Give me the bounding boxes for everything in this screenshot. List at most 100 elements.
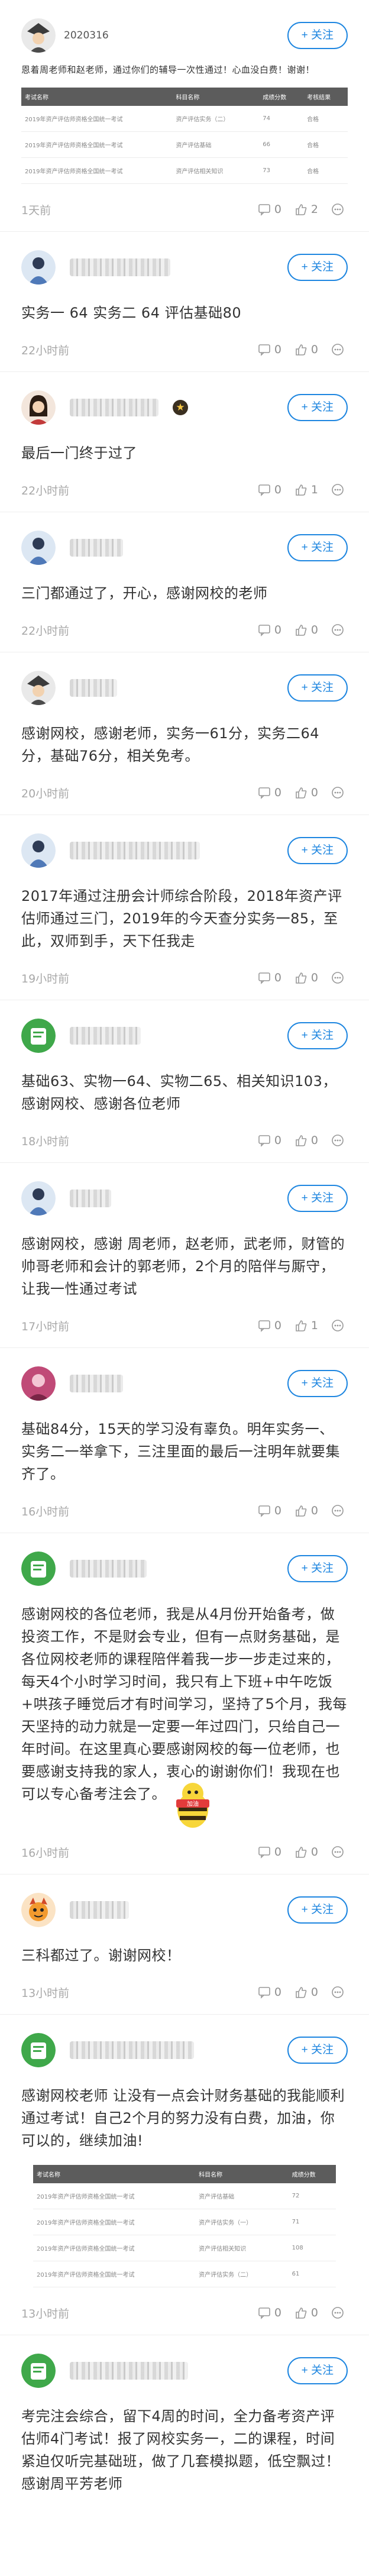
thumbs-up-icon [296, 484, 307, 496]
comment-button[interactable]: 0 [258, 2306, 281, 2319]
avatar[interactable] [21, 1366, 56, 1401]
more-button[interactable] [331, 1986, 348, 1999]
more-icon [332, 1135, 344, 1146]
username-obscured[interactable] [70, 2362, 188, 2380]
like-count: 0 [310, 623, 318, 636]
username-obscured[interactable] [70, 2041, 194, 2059]
more-icon [332, 624, 344, 636]
comment-button[interactable]: 0 [258, 1134, 281, 1147]
comment-button[interactable]: 0 [258, 971, 281, 984]
comment-button[interactable]: 0 [258, 623, 281, 636]
username-obscured[interactable] [70, 1375, 123, 1392]
like-button[interactable]: 1 [294, 483, 318, 496]
like-button[interactable]: 0 [294, 1986, 318, 1999]
avatar[interactable] [21, 531, 56, 565]
username-obscured[interactable] [70, 1190, 111, 1207]
avatar[interactable] [21, 250, 56, 285]
avatar[interactable] [21, 390, 56, 425]
username-obscured[interactable] [70, 842, 200, 859]
more-button[interactable] [331, 2306, 348, 2319]
more-button[interactable] [331, 623, 348, 636]
table-cell: 2019年资产评估师资格全国统一考试 [33, 2235, 196, 2261]
more-button[interactable] [331, 1845, 348, 1859]
more-button[interactable] [331, 1134, 348, 1147]
more-icon [332, 1846, 344, 1858]
comment-count: 0 [274, 971, 281, 984]
comment-icon [258, 1987, 270, 1999]
avatar[interactable] [21, 1181, 56, 1216]
username-obscured[interactable] [70, 539, 123, 557]
table-row: 2019年资产评估师资格全国统一考试 资产评估基础 66 合格 [21, 131, 348, 158]
thumbs-up-icon [296, 1847, 307, 1858]
username-obscured[interactable] [70, 1560, 147, 1578]
thumbs-up-icon [296, 1135, 307, 1146]
comment-icon [258, 972, 270, 984]
like-button[interactable]: 0 [294, 1845, 318, 1859]
like-count: 1 [310, 483, 318, 496]
list-item: + 关注 三科都过了。谢谢网校！ 13小时前 0 0 [0, 1874, 369, 2015]
avatar[interactable] [21, 1552, 56, 1586]
more-button[interactable] [331, 203, 348, 216]
comment-icon [258, 1135, 270, 1147]
avatar[interactable] [21, 18, 56, 53]
follow-button[interactable]: + 关注 [287, 1185, 348, 1212]
like-button[interactable]: 0 [294, 1504, 318, 1517]
follow-button[interactable]: + 关注 [287, 1555, 348, 1582]
avatar[interactable] [21, 833, 56, 868]
like-button[interactable]: 0 [294, 343, 318, 356]
username-obscured[interactable] [70, 1901, 129, 1919]
like-button[interactable]: 0 [294, 623, 318, 636]
username[interactable]: 2020316 [64, 30, 109, 41]
like-button[interactable]: 0 [294, 786, 318, 799]
follow-button[interactable]: + 关注 [287, 22, 348, 49]
like-button[interactable]: 0 [294, 1134, 318, 1147]
avatar[interactable] [21, 671, 56, 705]
more-button[interactable] [331, 483, 348, 496]
thumbs-up-icon [296, 625, 307, 636]
like-button[interactable]: 1 [294, 1319, 318, 1332]
follow-button[interactable]: + 关注 [287, 2357, 348, 2384]
follow-button[interactable]: + 关注 [287, 1370, 348, 1397]
comment-button[interactable]: 0 [258, 1845, 281, 1859]
more-button[interactable] [331, 786, 348, 799]
more-button[interactable] [331, 1319, 348, 1332]
table-cell: 2019年资产评估师资格全国统一考试 [21, 106, 173, 132]
comment-button[interactable]: 0 [258, 1986, 281, 1999]
comment-button[interactable]: 0 [258, 483, 281, 496]
username-obscured[interactable] [70, 399, 158, 416]
comment-button[interactable]: 0 [258, 1504, 281, 1517]
like-button[interactable]: 0 [294, 2306, 318, 2319]
avatar[interactable] [21, 2354, 56, 2388]
follow-button[interactable]: + 关注 [287, 674, 348, 702]
follow-button[interactable]: + 关注 [287, 1896, 348, 1924]
username-obscured[interactable] [70, 1027, 141, 1045]
follow-button[interactable]: + 关注 [287, 534, 348, 561]
comment-button[interactable]: 0 [258, 1319, 281, 1332]
avatar[interactable] [21, 1019, 56, 1053]
comment-button[interactable]: 0 [258, 203, 281, 216]
follow-button[interactable]: + 关注 [287, 394, 348, 421]
follow-button[interactable]: + 关注 [287, 2037, 348, 2064]
like-count: 0 [310, 1134, 318, 1147]
username-obscured[interactable] [70, 258, 170, 276]
follow-button[interactable]: + 关注 [287, 1022, 348, 1049]
comment-count: 0 [274, 203, 281, 216]
comment-button[interactable]: 0 [258, 786, 281, 799]
comment-button[interactable]: 0 [258, 343, 281, 356]
table-cell: 61 [288, 2261, 336, 2287]
avatar[interactable] [21, 2033, 56, 2067]
comment-feed: 2020316 + 关注 恩着周老师和赵老师，通过你们的辅导一次性通过！心血没白… [0, 0, 369, 2501]
comment-count: 0 [274, 623, 281, 636]
follow-button[interactable]: + 关注 [287, 837, 348, 864]
post-time: 1天前 [21, 203, 51, 217]
like-count: 1 [310, 1319, 318, 1332]
like-count: 2 [310, 203, 318, 216]
avatar[interactable] [21, 1893, 56, 1927]
username-obscured[interactable] [70, 679, 117, 697]
more-button[interactable] [331, 343, 348, 356]
more-button[interactable] [331, 971, 348, 984]
like-button[interactable]: 0 [294, 971, 318, 984]
like-button[interactable]: 2 [294, 203, 318, 216]
follow-button[interactable]: + 关注 [287, 254, 348, 281]
more-button[interactable] [331, 1504, 348, 1517]
